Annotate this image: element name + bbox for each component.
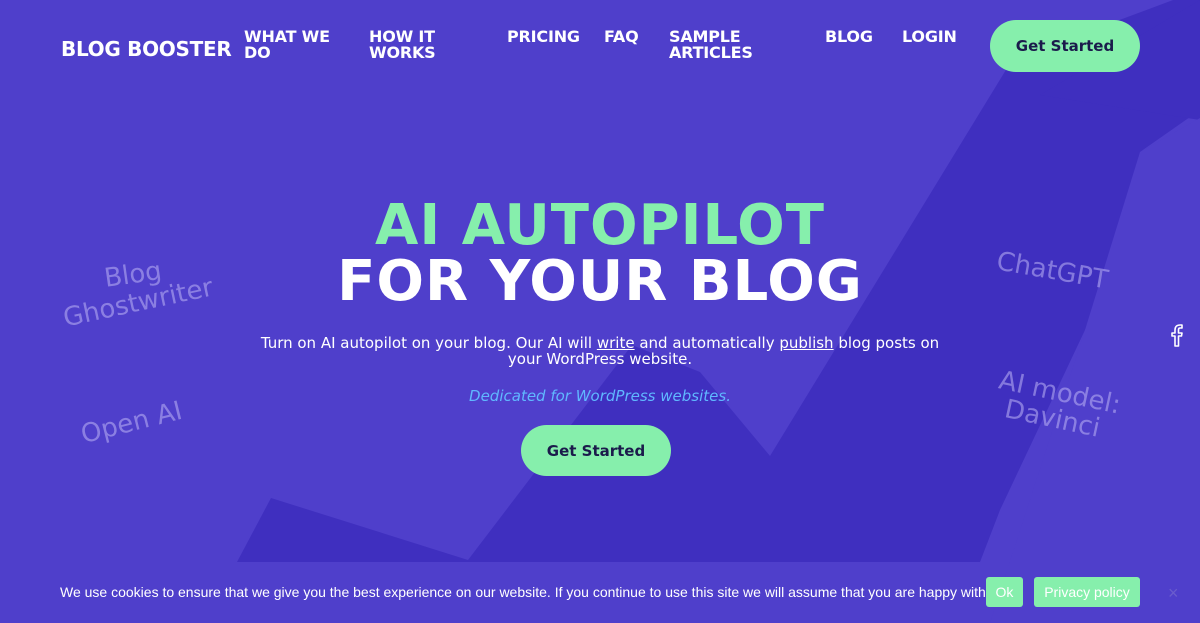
- site-logo[interactable]: BLOG BOOSTER: [61, 37, 232, 61]
- nav-link-pricing[interactable]: PRICING: [507, 29, 580, 45]
- dedicated-note: Dedicated for WordPress websites.: [469, 387, 731, 405]
- privacy-policy-button[interactable]: Privacy policy: [1034, 577, 1140, 607]
- hero-get-started-button[interactable]: Get Started: [521, 425, 671, 476]
- cookie-ok-button[interactable]: Ok: [986, 577, 1023, 607]
- nav-link-label: DO: [244, 43, 271, 62]
- nav-link-blog[interactable]: BLOG: [825, 29, 873, 45]
- nav-link-how-it-works[interactable]: HOW IT WORKS: [369, 29, 436, 61]
- nav-link-login[interactable]: LOGIN: [902, 29, 957, 45]
- nav-link-sample-articles[interactable]: SAMPLE ARTICLES: [669, 29, 753, 61]
- cookie-message: We use cookies to ensure that we give yo…: [60, 584, 1001, 600]
- cookie-banner: We use cookies to ensure that we give yo…: [0, 570, 1200, 615]
- nav-link-faq[interactable]: FAQ: [604, 29, 639, 45]
- top-navigation: BLOG BOOSTER WHAT WE DO HOW IT WORKS PRI…: [0, 0, 1200, 95]
- nav-link-label: ARTICLES: [669, 43, 753, 62]
- hero-title: FOR YOUR BLOG: [337, 249, 863, 314]
- hero-subtitle: Turn on AI autopilot on your blog. Our A…: [260, 335, 940, 367]
- facebook-icon[interactable]: [1168, 323, 1186, 347]
- nav-link-label: WORKS: [369, 43, 436, 62]
- close-icon[interactable]: ×: [1168, 583, 1179, 604]
- nav-link-what-we-do[interactable]: WHAT WE DO: [244, 29, 330, 61]
- nav-get-started-button[interactable]: Get Started: [990, 20, 1140, 72]
- hero-title-highlight: AI AUTOPILOT: [375, 193, 825, 258]
- publish-link[interactable]: publish: [779, 334, 833, 352]
